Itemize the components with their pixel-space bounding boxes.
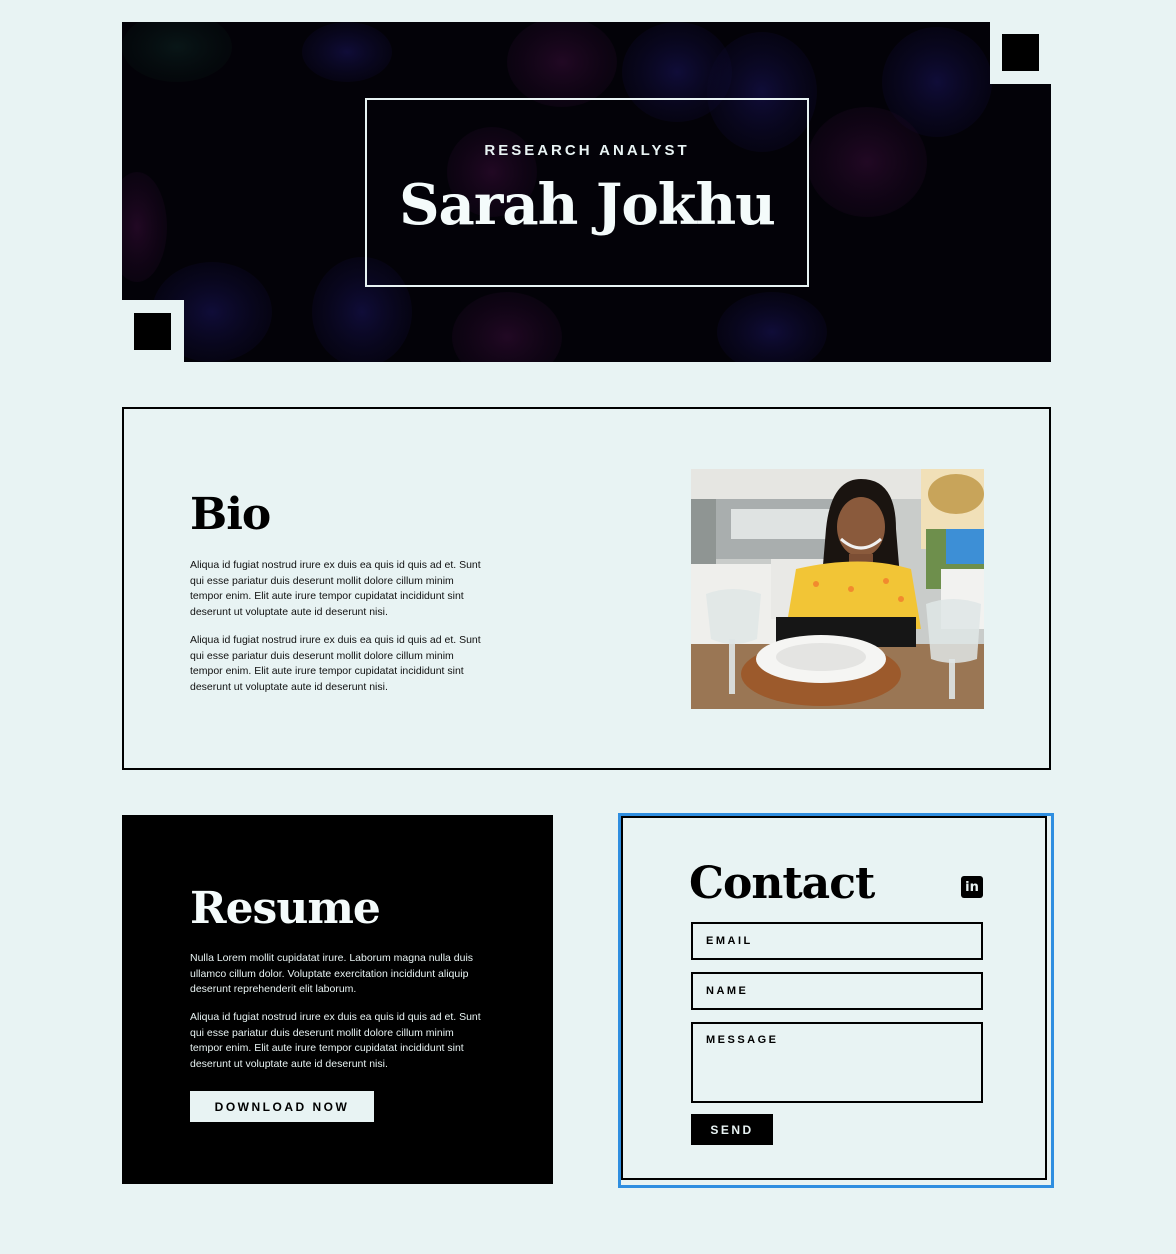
email-field[interactable]: EMAIL [691, 922, 983, 960]
hero-subtitle: RESEARCH ANALYST [484, 142, 690, 159]
resume-title: Resume [190, 883, 381, 934]
hero-title-frame: RESEARCH ANALYST Sarah Jokhu [365, 98, 809, 287]
hero-banner: RESEARCH ANALYST Sarah Jokhu [122, 22, 1051, 362]
bio-title: Bio [190, 489, 271, 540]
resume-paragraph: Nulla Lorem mollit cupidatat irure. Labo… [190, 952, 474, 996]
contact-title: Contact [689, 858, 875, 909]
decorative-corner-bottom-left [122, 300, 184, 362]
bio-paragraph: Aliqua id fugiat nostrud irure ex duis e… [190, 634, 481, 693]
download-now-button[interactable]: DOWNLOAD NOW [190, 1091, 374, 1122]
contact-section: Contact in EMAIL NAME MESSAGE SEND [621, 816, 1047, 1180]
bio-section: Bio Aliqua id fugiat nostrud irure ex du… [122, 407, 1051, 770]
name-field[interactable]: NAME [691, 972, 983, 1010]
linkedin-icon[interactable]: in [961, 876, 983, 898]
bio-photo [691, 469, 984, 709]
resume-section: Resume Nulla Lorem mollit cupidatat irur… [122, 815, 553, 1184]
bio-paragraph: Aliqua id fugiat nostrud irure ex duis e… [190, 559, 481, 618]
hero-name: Sarah Jokhu [399, 172, 776, 238]
resume-paragraph: Aliqua id fugiat nostrud irure ex duis e… [190, 1011, 481, 1070]
message-field[interactable]: MESSAGE [691, 1022, 983, 1103]
send-button[interactable]: SEND [691, 1114, 773, 1145]
decorative-corner-top-right [990, 22, 1051, 84]
